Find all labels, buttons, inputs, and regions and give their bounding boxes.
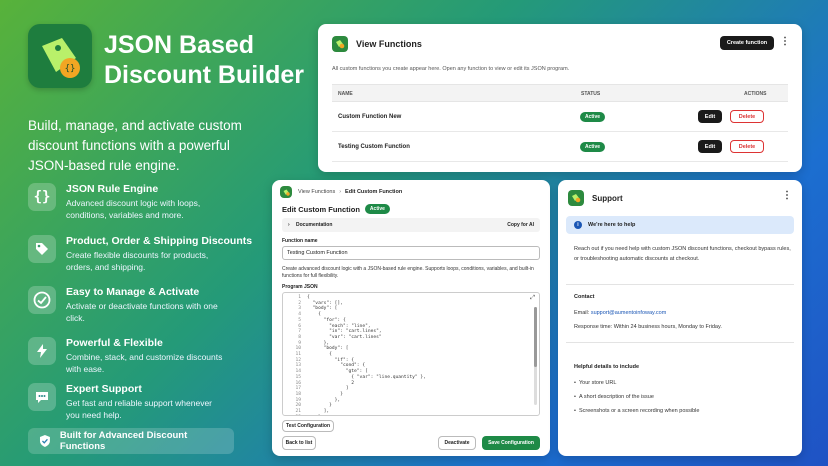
app-logo-small [332, 36, 348, 52]
lightning-icon [28, 337, 56, 365]
built-for-badge: Built for Advanced Discount Functions [28, 428, 234, 454]
edit-function-card: View Functions › Edit Custom Function Ed… [272, 180, 550, 456]
create-function-button[interactable]: Create function [720, 36, 774, 50]
documentation-section[interactable]: › Documentation Copy for AI [282, 218, 540, 232]
feature-discounts: Product, Order & Shipping Discounts Crea… [28, 235, 268, 281]
response-time: Response time: Within 24 business hours,… [574, 324, 722, 330]
deactivate-button[interactable]: Deactivate [438, 436, 476, 450]
breadcrumb-parent-link[interactable]: View Functions [298, 189, 335, 195]
delete-button[interactable]: Delete [730, 140, 764, 153]
divider [566, 284, 794, 285]
chevron-right-icon: › [288, 222, 290, 228]
details-heading: Helpful details to include [574, 364, 640, 370]
divider [566, 342, 794, 343]
chat-icon [28, 383, 56, 411]
app-logo-small [280, 186, 292, 198]
chevron-right-icon: › [339, 189, 342, 195]
help-banner: i We're here to help [566, 216, 794, 234]
status-badge: Active [364, 204, 390, 214]
json-code-editor[interactable]: 12345678910111213141516171819202122 { "v… [282, 292, 540, 416]
support-email-link[interactable]: support@aumentoinfoway.com [591, 310, 667, 316]
list-item: • Screenshots or a screen recording when… [574, 408, 700, 414]
page-description: All custom functions you create appear h… [332, 66, 570, 72]
help-text: Create advanced discount logic with a JS… [282, 266, 534, 279]
feature-json-rule-engine: {} JSON Rule Engine Advanced discount lo… [28, 183, 268, 229]
shield-check-icon [39, 435, 50, 447]
line-numbers: 12345678910111213141516171819202122 [283, 295, 301, 416]
status-badge: Active [580, 142, 606, 152]
function-name-input[interactable] [282, 246, 540, 260]
function-name-label: Function name [282, 238, 318, 244]
back-to-list-button[interactable]: Back to list [282, 436, 316, 450]
support-title: Support [592, 193, 623, 203]
email-line: Email: support@aumentoinfoway.com [574, 310, 667, 316]
feature-powerful-flexible: Powerful & Flexible Combine, stack, and … [28, 337, 268, 383]
more-options-icon[interactable]: ⋮ [780, 36, 790, 47]
tag-icon [28, 235, 56, 263]
edit-button[interactable]: Edit [698, 110, 722, 123]
line-number: 22 [283, 415, 301, 416]
app-title: JSON Based Discount Builder [104, 31, 305, 89]
table-header: NAME STATUS ACTIONS [332, 84, 788, 102]
view-functions-card: View Functions Create function ⋮ All cus… [318, 24, 802, 172]
list-item: • A short description of the issue [574, 394, 654, 400]
breadcrumb-current: Edit Custom Function [345, 189, 403, 195]
copy-for-ai-button[interactable]: Copy for AI [507, 222, 534, 228]
save-configuration-button[interactable]: Save Configuration [482, 436, 540, 450]
support-intro: Reach out if you need help with custom J… [574, 246, 791, 262]
edit-button[interactable]: Edit [698, 140, 722, 153]
status-badge: Active [580, 112, 606, 122]
tagline: Build, manage, and activate custom disco… [28, 118, 242, 173]
scrollbar[interactable] [534, 307, 537, 405]
test-configuration-button[interactable]: Test Configuration [282, 420, 334, 432]
svg-text:{}: {} [65, 64, 76, 74]
page-title: View Functions [356, 39, 422, 49]
more-options-icon[interactable]: ⋮ [782, 190, 792, 201]
braces-icon: {} [28, 183, 56, 211]
check-circle-icon [28, 286, 56, 314]
app-logo-small [568, 190, 584, 206]
code-content[interactable]: { "vars": [], "body": [ { "for": { "each… [307, 295, 426, 416]
code-line: { "var": "line.quantity" }, [307, 374, 426, 380]
table-row[interactable]: Testing Custom Function Active Edit Dele… [332, 132, 788, 162]
breadcrumb: View Functions › Edit Custom Function [280, 186, 402, 198]
code-line: } [307, 415, 426, 416]
table-row[interactable]: Custom Function New Active Edit Delete [332, 102, 788, 132]
edit-heading: Edit Custom Function Active [282, 204, 390, 214]
list-item: • Your store URL [574, 380, 617, 386]
info-icon: i [574, 221, 582, 229]
feature-manage-activate: Easy to Manage & Activate Activate or de… [28, 286, 268, 332]
program-json-label: Program JSON [282, 284, 318, 290]
support-card: Support ⋮ i We're here to help Reach out… [558, 180, 802, 456]
contact-heading: Contact [574, 294, 595, 300]
expand-icon[interactable]: ⤢ [530, 295, 535, 301]
app-logo: {} [28, 24, 92, 88]
delete-button[interactable]: Delete [730, 110, 764, 123]
feature-expert-support: Expert Support Get fast and reliable sup… [28, 383, 268, 429]
